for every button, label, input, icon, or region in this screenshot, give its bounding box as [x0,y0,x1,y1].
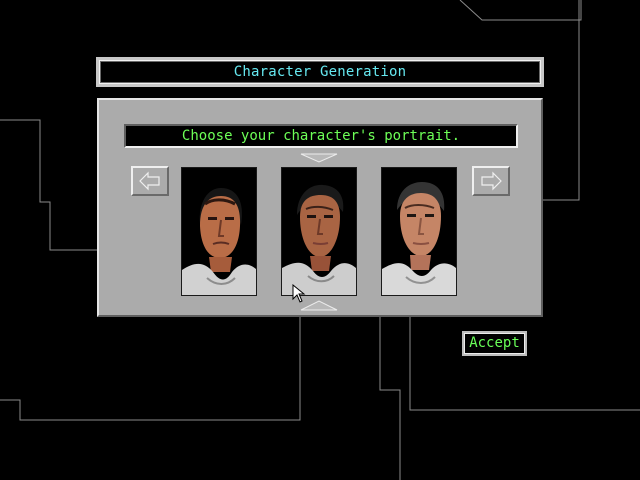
window-title: Character Generation [233,63,407,80]
portrait-option-1[interactable] [181,167,257,296]
character-portrait-2 [282,168,356,295]
character-portrait-3 [382,168,456,295]
character-portrait-1 [182,168,256,295]
portrait-selection-panel: Choose your character's portrait. [97,98,543,317]
right-arrow-icon [481,171,502,191]
portrait-option-2[interactable] [281,167,357,296]
left-arrow-icon [139,171,160,191]
mouse-cursor-icon [292,284,306,303]
prompt-box: Choose your character's portrait. [124,124,518,148]
previous-portrait-button[interactable] [131,166,169,196]
accept-button-label: Accept [469,335,520,351]
portrait-option-3[interactable] [381,167,457,296]
accept-button[interactable]: Accept [462,331,527,356]
portrait-prompt: Choose your character's portrait. [181,127,461,144]
selection-indicator-top-icon [300,153,338,163]
title-bar: Character Generation [96,57,544,87]
next-portrait-button[interactable] [472,166,510,196]
